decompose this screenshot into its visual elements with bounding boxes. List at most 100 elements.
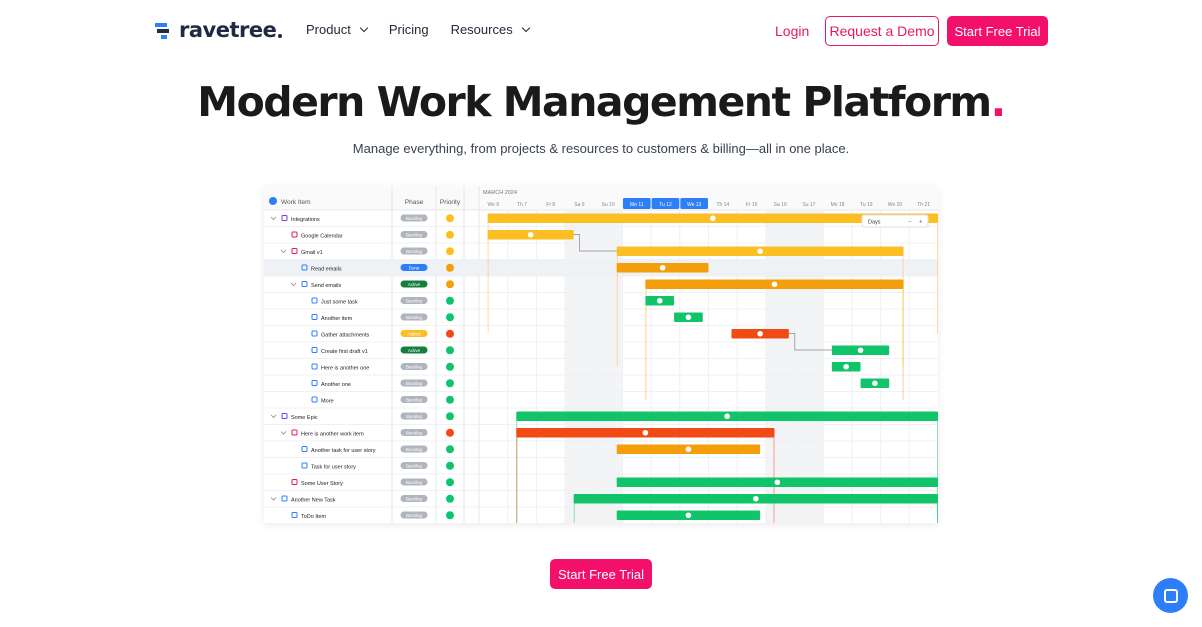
work-item-label: Another one xyxy=(321,382,351,388)
work-item-label: Some User Story xyxy=(301,481,343,487)
priority-dot xyxy=(446,329,454,338)
day-label: Mo 18 xyxy=(831,202,845,208)
work-item-label: Some Epic xyxy=(291,415,318,421)
hero-title-text: Modern Work Management Platform xyxy=(197,78,992,126)
priority-dot xyxy=(446,428,454,437)
expand-chevron-icon xyxy=(280,431,287,435)
priority-dot xyxy=(446,395,454,404)
phase-badge-label: Halted xyxy=(407,332,421,337)
weekend-column xyxy=(593,210,623,523)
phase-badge-label: Done xyxy=(409,266,420,271)
chat-icon xyxy=(1163,588,1178,603)
priority-dot xyxy=(446,263,454,272)
day-label: Su 10 xyxy=(602,202,615,208)
day-label: We 13 xyxy=(687,202,702,208)
chat-launcher[interactable] xyxy=(1153,578,1188,613)
day-label: Sa 9 xyxy=(574,202,585,208)
item-type-icon xyxy=(301,281,308,287)
phase-badge-label: Backlog xyxy=(406,299,423,304)
bar-handle xyxy=(857,347,864,354)
work-item-label: Another task for user story xyxy=(311,448,376,454)
item-type-icon xyxy=(301,446,308,452)
nav-resources-label: Resources xyxy=(450,22,513,37)
item-type-icon xyxy=(291,512,298,518)
work-item-label: ToDo Item xyxy=(301,514,326,520)
item-type-icon xyxy=(301,462,308,469)
request-demo-button[interactable]: Request a Demo xyxy=(825,16,939,46)
bar-handle xyxy=(710,215,716,222)
phase-badge-label: Backlog xyxy=(406,480,423,485)
priority-dot xyxy=(446,214,454,223)
chevron-down-icon xyxy=(521,23,530,33)
item-type-icon xyxy=(281,413,288,419)
day-label: We 20 xyxy=(888,202,903,208)
day-label: Tu 12 xyxy=(659,202,672,208)
day-label: We 6 xyxy=(488,202,500,208)
priority-dot xyxy=(446,313,454,322)
priority-dot xyxy=(446,230,454,239)
day-label: Mo 11 xyxy=(630,202,644,208)
day-label: Fr 15 xyxy=(746,202,758,208)
weekend-column xyxy=(765,210,795,523)
item-type-icon xyxy=(291,231,298,238)
day-label: Th 21 xyxy=(917,202,930,208)
phase-badge-label: Backlog xyxy=(406,447,423,452)
work-item-label: Here is another work item xyxy=(301,432,364,438)
item-type-icon xyxy=(311,396,318,403)
phase-badge-label: Backlog xyxy=(406,414,423,419)
expand-chevron-icon xyxy=(270,216,277,221)
priority-dot xyxy=(446,346,454,355)
add-work-item-icon xyxy=(269,197,277,205)
start-free-trial-button[interactable]: Start Free Trial xyxy=(947,16,1048,46)
zoom-out-icon: − xyxy=(908,220,912,226)
gantt-month-label: MARCH 2024 xyxy=(483,190,517,196)
bar-handle xyxy=(724,413,730,420)
zoom-select-value: Days xyxy=(868,220,881,226)
priority-dot xyxy=(446,379,454,388)
expand-chevron-icon xyxy=(270,497,277,501)
priority-dot xyxy=(446,280,454,289)
work-item-label: Create first draft v1 xyxy=(321,349,368,355)
day-label: Th 14 xyxy=(716,202,729,208)
item-type-icon xyxy=(291,479,298,485)
nav-pricing-label: Pricing xyxy=(388,22,429,37)
chevron-down-icon xyxy=(359,23,369,33)
priority-dot xyxy=(446,494,454,503)
main-nav: Product Pricing Resources xyxy=(306,22,551,37)
priority-dot xyxy=(446,511,454,520)
logo-dot xyxy=(278,34,283,38)
item-type-icon xyxy=(311,380,318,386)
work-item-label: Gather attachments xyxy=(321,333,370,339)
cta-start-free-trial-button[interactable]: Start Free Trial xyxy=(550,559,652,589)
bar-handle xyxy=(872,380,878,387)
expand-chevron-icon xyxy=(270,414,277,419)
item-type-icon xyxy=(291,429,298,436)
phase-badge-label: Backlog xyxy=(406,464,423,469)
priority-dot xyxy=(446,461,454,470)
nav-product[interactable]: Product xyxy=(306,22,369,37)
nav-resources[interactable]: Resources xyxy=(450,22,530,37)
logo-text: ravetree xyxy=(179,18,277,42)
phase-badge-label: Active xyxy=(408,348,421,353)
priority-dot xyxy=(446,412,454,421)
day-label: Tu 19 xyxy=(860,202,873,208)
bar-handle xyxy=(757,330,763,337)
phase-column-header: Phase xyxy=(405,199,424,206)
item-type-icon xyxy=(311,330,318,337)
work-item-label: Just some task xyxy=(321,300,358,306)
work-item-label: More xyxy=(321,399,334,405)
phase-badge-label: Active xyxy=(408,282,421,287)
phase-badge-label: Backlog xyxy=(406,497,423,502)
day-label: Th 7 xyxy=(517,202,527,208)
nav-pricing[interactable]: Pricing xyxy=(389,22,429,37)
logo[interactable]: ravetree xyxy=(153,18,283,42)
weekend-column xyxy=(565,210,594,523)
bar-handle xyxy=(659,264,666,271)
day-label: Sa 16 xyxy=(774,202,787,208)
work-item-label: Send emails xyxy=(311,283,342,289)
priority-column-header: Priority xyxy=(440,199,461,206)
day-label: Su 17 xyxy=(802,202,815,208)
login-link[interactable]: Login xyxy=(775,23,809,39)
work-item-label: Integrations xyxy=(291,217,320,223)
phase-badge-label: Backlog xyxy=(406,431,423,436)
